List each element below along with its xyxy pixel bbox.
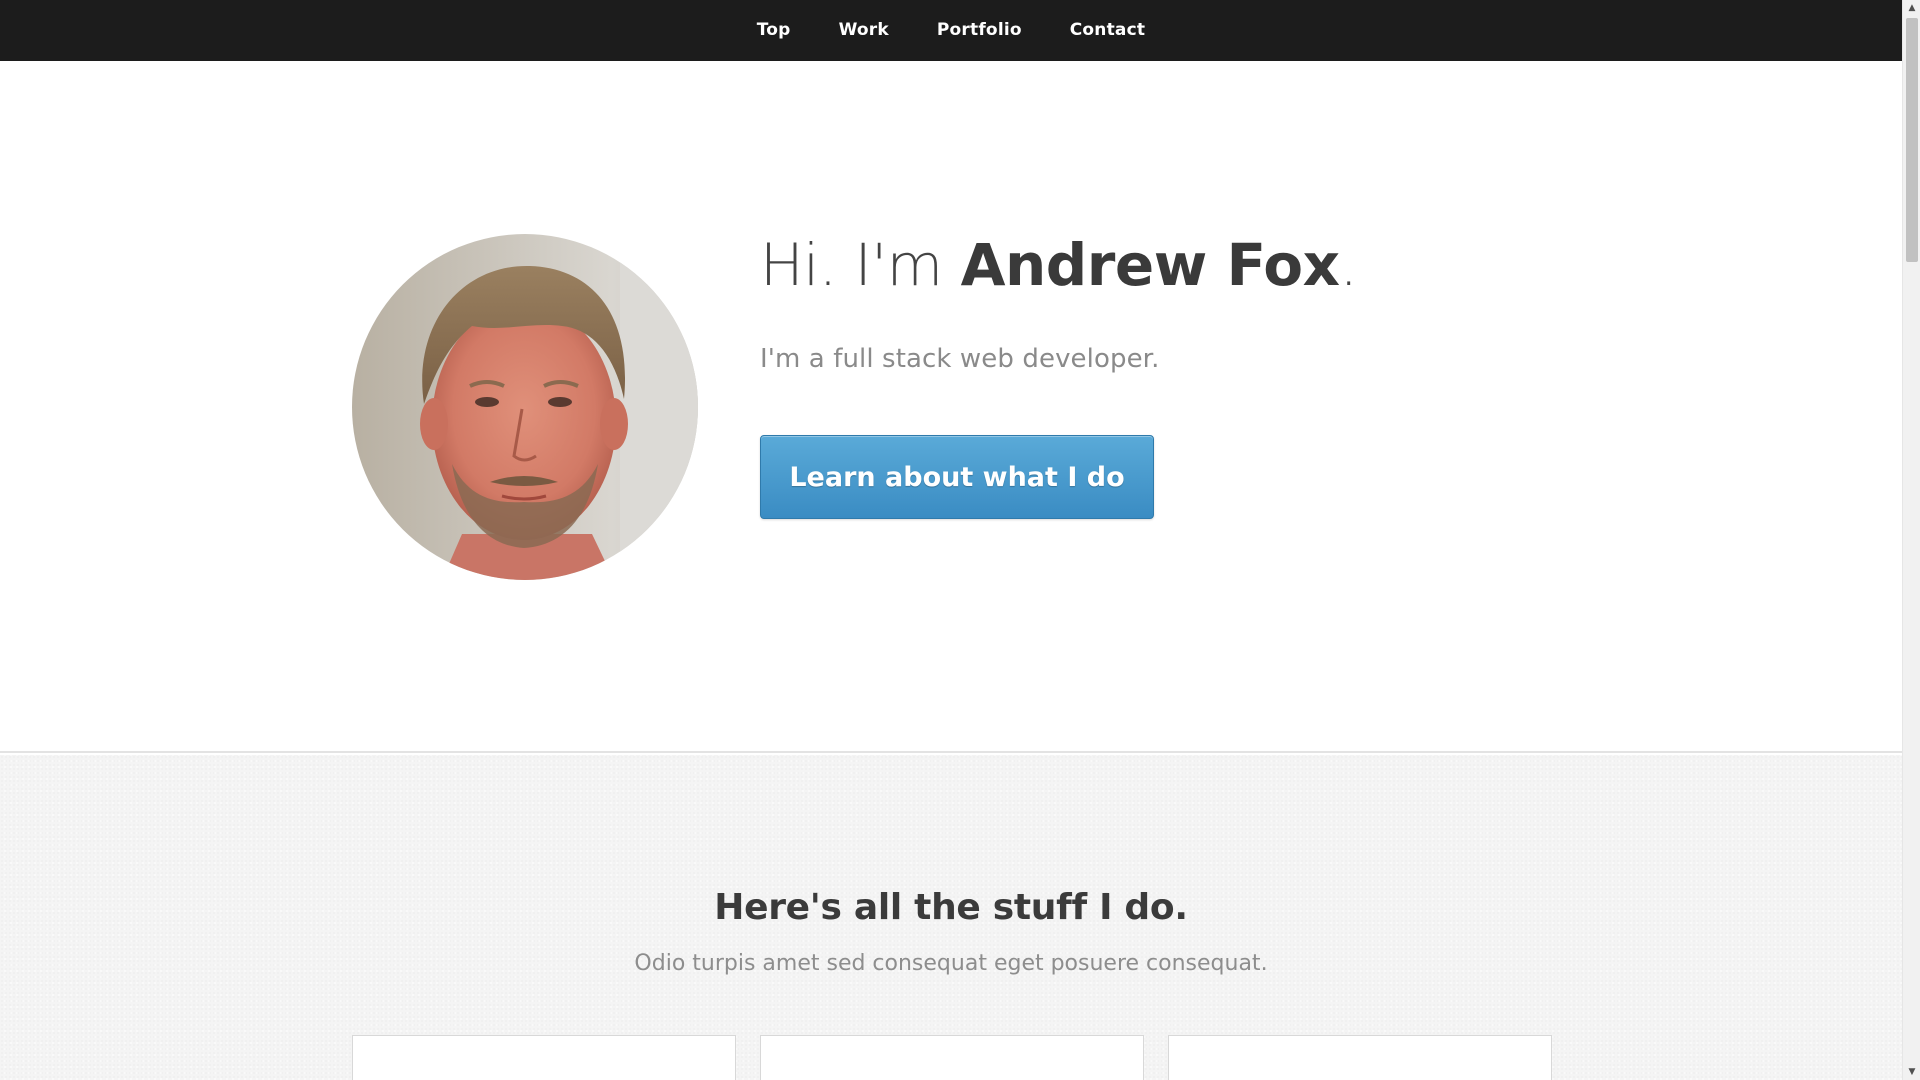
nav-item-portfolio[interactable]: Portfolio — [913, 0, 1046, 61]
hero-subtitle: I'm a full stack web developer. — [760, 344, 1160, 374]
hero-period: . — [1339, 231, 1358, 299]
work-subtitle: Odio turpis amet sed consequat eget posu… — [634, 951, 1268, 976]
hero-name: Andrew Fox — [960, 231, 1340, 299]
chevron-up-icon[interactable]: ▲ — [1903, 0, 1920, 16]
profile-photo-icon — [352, 234, 698, 580]
avatar — [352, 234, 698, 580]
work-card — [352, 1035, 736, 1080]
work-card — [1168, 1035, 1552, 1080]
work-section: Here's all the stuff I do. Odio turpis a… — [0, 755, 1902, 1080]
hero-title: Hi. I'm Andrew Fox. — [760, 231, 1358, 299]
work-title: Here's all the stuff I do. — [714, 887, 1188, 928]
hero-greeting: Hi. I'm — [760, 231, 961, 299]
nav-item-top[interactable]: Top — [733, 0, 815, 61]
page: Top Work Portfolio Contact Hi. I'm Andre… — [0, 0, 1902, 1080]
nav-list: Top Work Portfolio Contact — [733, 0, 1169, 61]
top-navigation: Top Work Portfolio Contact — [0, 0, 1902, 61]
hero-section: Hi. I'm Andrew Fox. I'm a full stack web… — [0, 61, 1902, 753]
learn-more-button[interactable]: Learn about what I do — [760, 435, 1154, 519]
work-card — [760, 1035, 1144, 1080]
nav-item-contact[interactable]: Contact — [1046, 0, 1169, 61]
chevron-down-icon[interactable]: ▼ — [1903, 1064, 1920, 1080]
nav-item-work[interactable]: Work — [815, 0, 913, 61]
vertical-scrollbar[interactable]: ▲ ▼ — [1902, 0, 1920, 1080]
scrollbar-thumb[interactable] — [1906, 18, 1918, 262]
